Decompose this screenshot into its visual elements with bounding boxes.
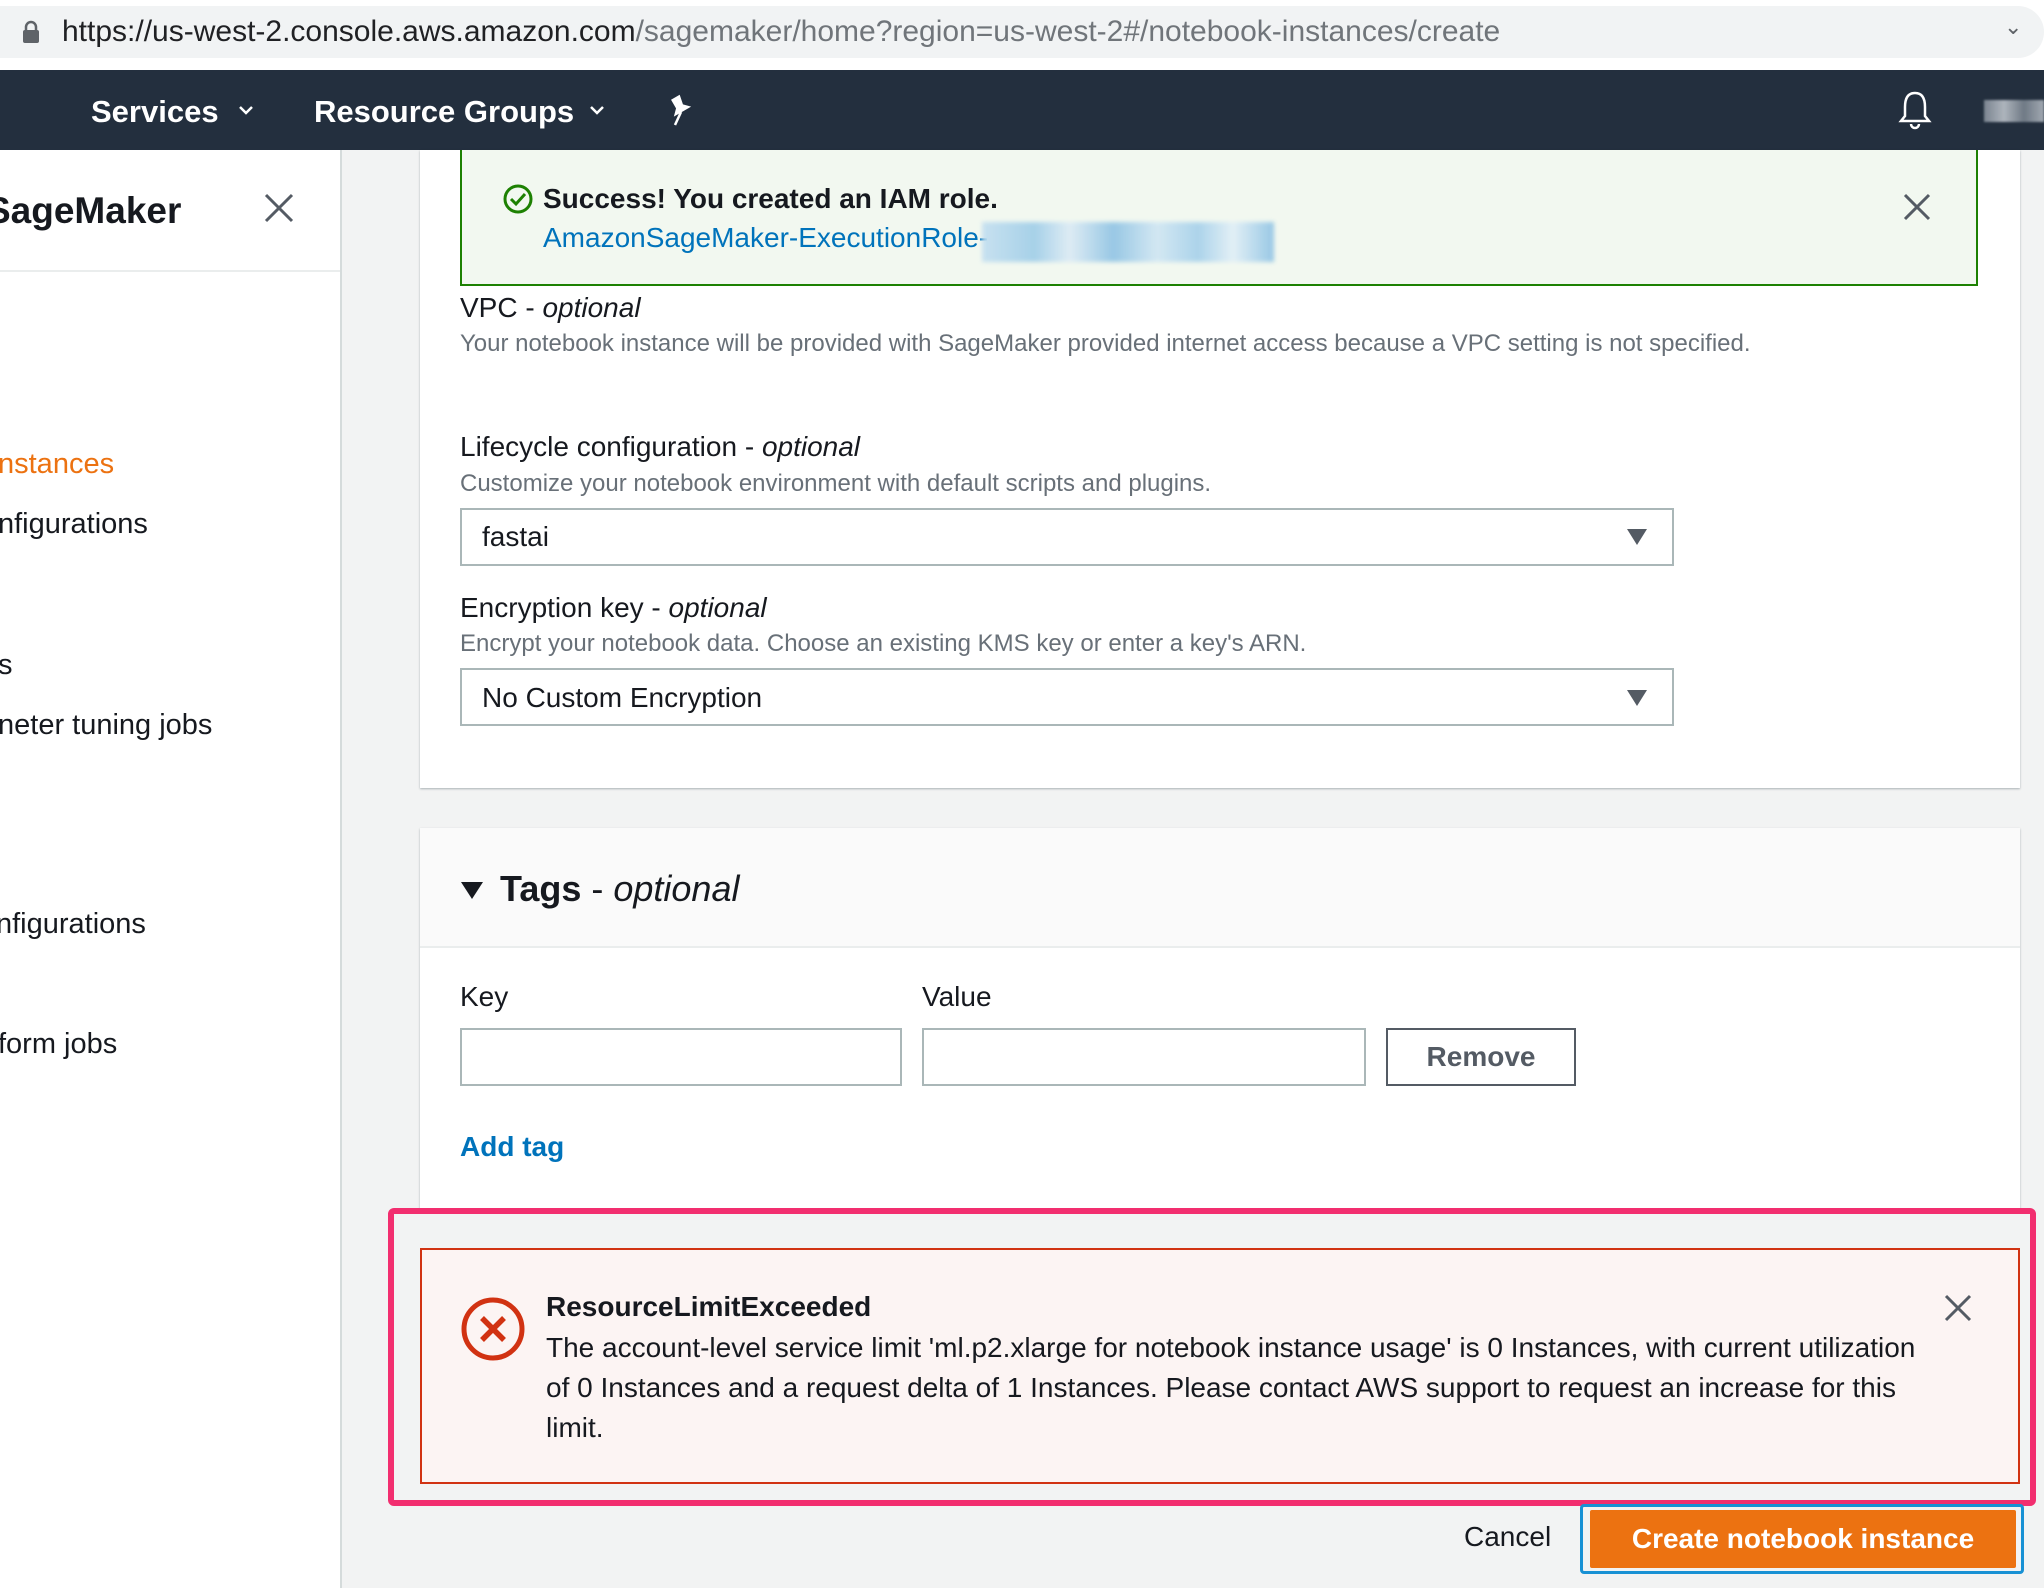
chevron-down-icon[interactable]	[236, 100, 256, 120]
resource-groups-menu[interactable]: Resource Groups	[314, 92, 574, 132]
close-icon[interactable]	[263, 192, 295, 224]
create-notebook-instance-button[interactable]: Create notebook instance	[1590, 1510, 2016, 1568]
sidebar-item-training-jobs[interactable]: s	[0, 645, 13, 685]
encryption-description: Encrypt your notebook data. Choose an ex…	[460, 630, 1307, 657]
url-path: /sagemaker/home?region=us-west-2#/notebo…	[635, 15, 1501, 48]
add-tag-link[interactable]: Add tag	[460, 1128, 564, 1166]
lifecycle-select-value: fastai	[482, 521, 549, 552]
caret-down-icon	[1627, 690, 1647, 706]
vpc-label: VPC - optional	[460, 292, 641, 323]
url-host: https://us-west-2.console.aws.amazon.com	[62, 15, 636, 48]
bell-icon[interactable]	[1898, 90, 1932, 130]
lifecycle-label: Lifecycle configuration - optional	[460, 431, 861, 462]
sidebar-item-notebook-instances[interactable]: nstances	[0, 444, 114, 484]
check-circle-icon	[503, 184, 533, 214]
error-x-circle-icon	[461, 1297, 525, 1361]
redacted-role-suffix	[982, 222, 1274, 262]
tag-value-input[interactable]	[922, 1028, 1366, 1086]
success-flash	[460, 150, 1978, 286]
lock-icon	[23, 20, 39, 43]
lifecycle-select[interactable]	[460, 508, 1674, 566]
error-message: The account-level service limit 'ml.p2.x…	[546, 1332, 1916, 1443]
flash-title: Success! You created an IAM role.	[543, 183, 998, 214]
services-menu[interactable]: Services	[91, 92, 219, 132]
sidebar-item-endpoint-configurations[interactable]: nfigurations	[0, 904, 146, 944]
execution-role-link[interactable]: AmazonSageMaker-ExecutionRole-	[543, 219, 988, 257]
encryption-select-value: No Custom Encryption	[482, 682, 763, 713]
tag-value-label: Value	[922, 981, 992, 1012]
remove-tag-button[interactable]: Remove	[1386, 1028, 1576, 1086]
url-text[interactable]: https://us-west-2.console.aws.amazon.com…	[62, 12, 1500, 52]
sidebar-item-batch-transform-jobs[interactable]: form jobs	[0, 1024, 117, 1064]
sidebar-divider	[0, 270, 340, 272]
error-title: ResourceLimitExceeded	[546, 1291, 872, 1322]
sidebar-title: SageMaker	[0, 190, 182, 231]
pin-icon[interactable]	[666, 94, 696, 128]
lifecycle-description: Customize your notebook environment with…	[460, 470, 1212, 497]
aws-top-nav	[0, 70, 2044, 150]
tag-key-label: Key	[460, 981, 509, 1012]
close-icon[interactable]	[1944, 1294, 1972, 1322]
close-icon[interactable]	[1902, 192, 1932, 222]
cancel-button[interactable]: Cancel	[1464, 1518, 1551, 1556]
tags-title: Tags - optional	[500, 868, 740, 909]
encryption-label: Encryption key - optional	[460, 592, 767, 623]
sidebar-item-hyperparameter-tuning-jobs[interactable]: neter tuning jobs	[0, 705, 212, 745]
chevron-down-icon[interactable]: ⌄	[2004, 14, 2022, 40]
chevron-down-icon[interactable]	[587, 100, 607, 120]
caret-down-icon	[1627, 529, 1647, 545]
account-menu[interactable]	[1984, 100, 2044, 122]
tag-key-input[interactable]	[460, 1028, 902, 1086]
sidebar-item-lifecycle-configurations[interactable]: nfigurations	[0, 504, 148, 544]
caret-down-icon[interactable]	[460, 880, 484, 900]
vpc-description: Your notebook instance will be provided …	[460, 330, 1751, 357]
sidebar	[0, 150, 342, 1588]
